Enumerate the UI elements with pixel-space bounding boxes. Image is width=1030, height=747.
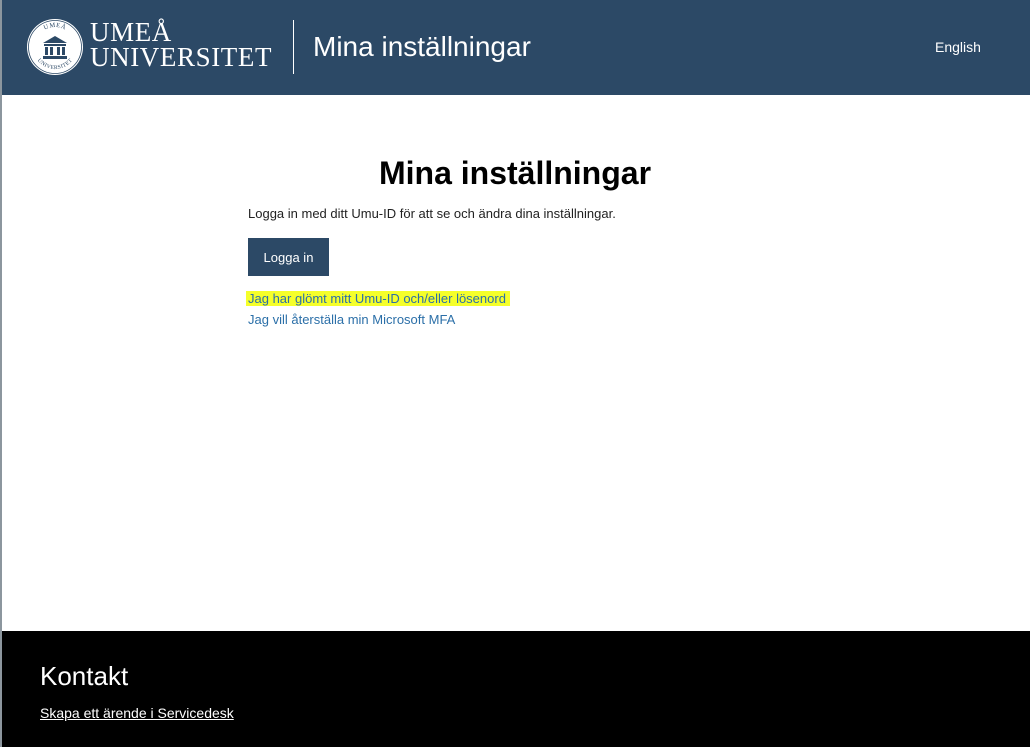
wordmark-line-2: UNIVERSITET: [90, 42, 273, 72]
reset-mfa-link[interactable]: Jag vill återställa min Microsoft MFA: [248, 312, 455, 328]
umea-university-seal-icon: UMEÅ UNIVERSITET: [27, 19, 83, 75]
contact-heading: Kontakt: [40, 661, 129, 691]
site-footer: Kontakt Skapa ett ärende i Servicedesk: [2, 631, 1030, 747]
university-logo-link[interactable]: UMEÅ UNIVERSITET: [26, 18, 84, 76]
header-divider: [293, 20, 294, 74]
university-wordmark: UMEÅ UNIVERSITET: [90, 19, 273, 72]
language-switch-link[interactable]: English: [935, 39, 981, 55]
login-intro-text: Logga in med ditt Umu-ID för att se och …: [248, 206, 616, 221]
page-title: Mina inställningar: [378, 155, 652, 191]
header-title: Mina inställningar: [313, 31, 531, 62]
forgot-umu-id-link[interactable]: Jag har glömt mitt Umu-ID och/eller löse…: [246, 291, 510, 306]
site-header: UMEÅ UNIVERSITET UMEÅ UNIVERSITET Mina i…: [2, 0, 1030, 95]
login-button[interactable]: Logga in: [248, 238, 329, 276]
servicedesk-link[interactable]: Skapa ett ärende i Servicedesk: [40, 705, 234, 721]
